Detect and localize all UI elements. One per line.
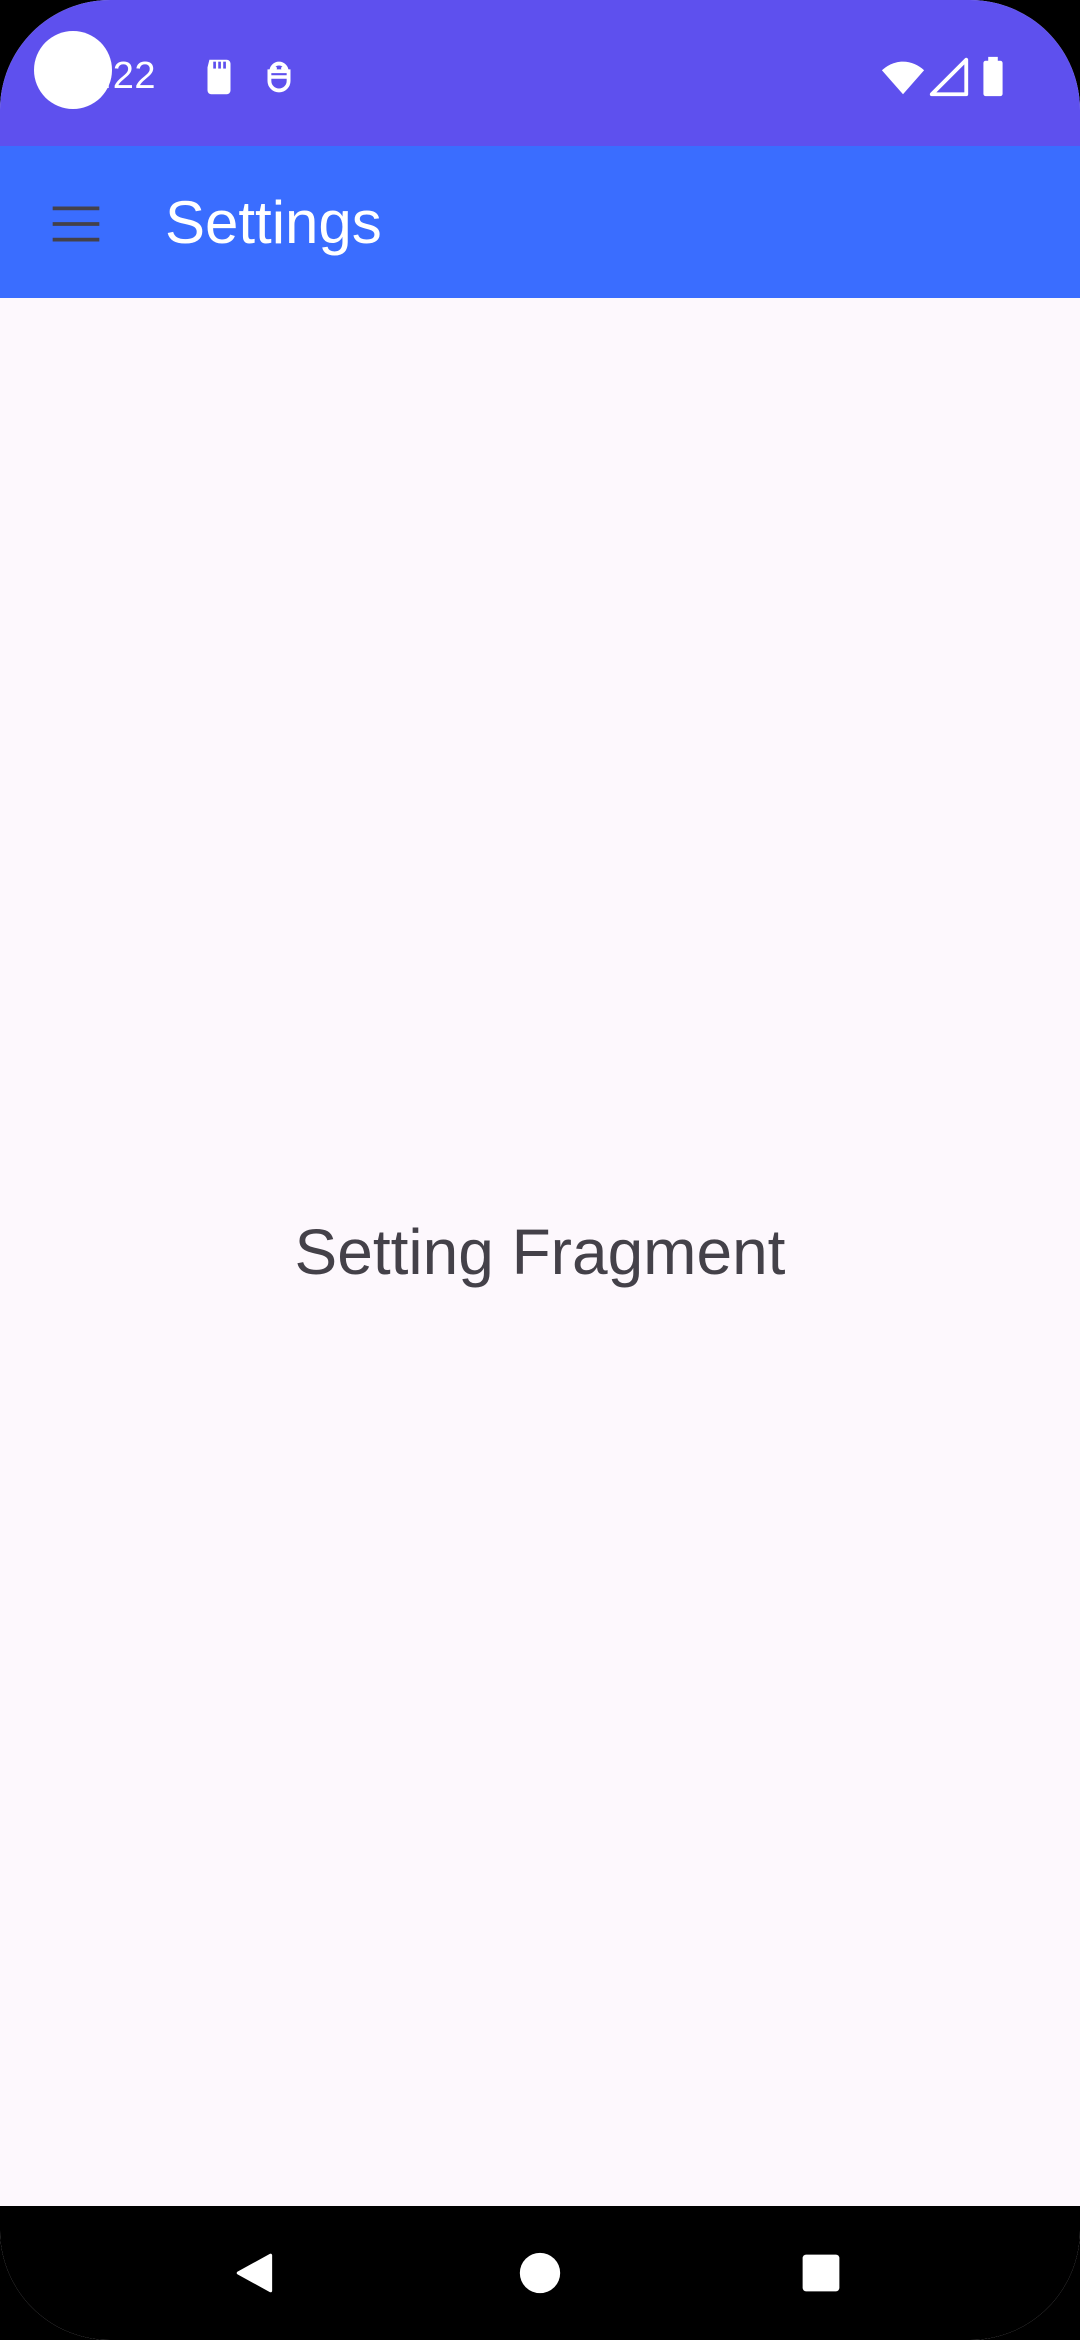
fragment-label: Setting Fragment: [294, 1216, 786, 1288]
back-icon: [236, 2253, 273, 2293]
navigation-bar: [0, 2206, 1080, 2340]
main-content: Setting Fragment: [0, 298, 1080, 2206]
recents-icon: [802, 2254, 840, 2292]
signal-icon: [926, 54, 972, 100]
recents-button[interactable]: [778, 2230, 864, 2316]
hamburger-menu-icon: [52, 206, 100, 242]
battery-icon: [970, 54, 1016, 100]
app-bar: Settings: [0, 146, 1080, 298]
wifi-icon: [880, 54, 926, 100]
page-title: Settings: [165, 189, 382, 256]
status-bar: 0:22: [0, 0, 1080, 146]
sd-card-icon: [196, 54, 242, 100]
home-icon: [519, 2252, 561, 2294]
back-button[interactable]: [213, 2230, 299, 2316]
camera-cutout: [34, 31, 112, 109]
home-button[interactable]: [497, 2230, 583, 2316]
navigation-menu-button[interactable]: [28, 176, 124, 272]
debug-icon: [256, 54, 302, 100]
device-screen: 0:22 Settings Setting Fragment: [0, 0, 1080, 2340]
